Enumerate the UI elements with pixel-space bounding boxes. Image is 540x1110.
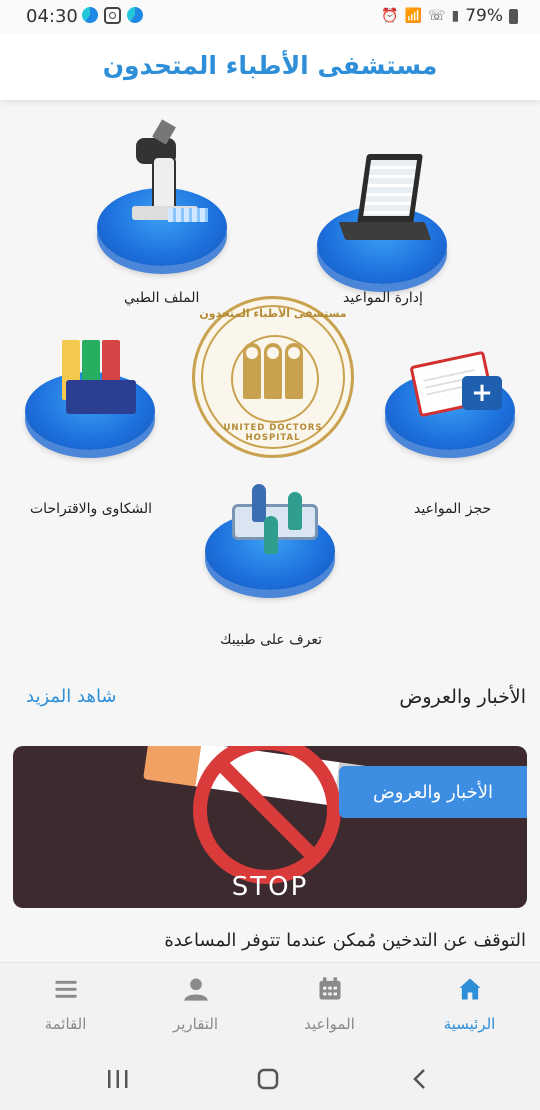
nav-label-appointments: المواعيد xyxy=(304,1015,355,1033)
hospital-logo: مستشفى الأطباء المتحدون UNITED DOCTORS H… xyxy=(192,296,354,458)
recent-apps-icon[interactable] xyxy=(98,1066,138,1092)
signal-icon: ▮ xyxy=(451,8,460,24)
service-know-your-doctor[interactable] xyxy=(200,440,340,590)
service-complaints-suggestions[interactable] xyxy=(20,300,160,450)
alarm-icon: ⏰ xyxy=(381,8,399,24)
service-label-book-appointment: حجز المواعيد xyxy=(414,501,492,517)
see-more-link[interactable]: شاهد المزيد xyxy=(26,686,117,707)
logo-text-en: UNITED DOCTORS HOSPITAL xyxy=(223,423,323,443)
page-title: مستشفى الأطباء المتحدون xyxy=(102,51,438,80)
menu-icon xyxy=(55,980,76,998)
service-book-appointment[interactable] xyxy=(380,300,520,450)
back-icon[interactable] xyxy=(400,1066,440,1092)
nav-tab-home[interactable]: الرئيسية xyxy=(402,971,537,1041)
nav-label-home: الرئيسية xyxy=(443,1015,496,1033)
wifi-icon: 📶 xyxy=(404,8,422,24)
user-icon xyxy=(183,978,208,1001)
app-notification-icon xyxy=(127,7,143,23)
service-medical-file[interactable] xyxy=(92,116,232,266)
battery-percent: 79% xyxy=(465,6,503,26)
system-navigation-bar xyxy=(0,1048,540,1110)
news-headline[interactable]: التوقف عن التدخين مُمكن عندما تتوفر المس… xyxy=(164,930,526,951)
app-header: مستشفى الأطباء المتحدون xyxy=(0,34,540,100)
nav-label-reports: التقارير xyxy=(172,1015,219,1033)
app-notification-icon xyxy=(82,7,98,23)
battery-icon xyxy=(509,8,518,24)
home-icon xyxy=(459,978,480,1000)
nav-label-menu: القائمة xyxy=(44,1015,87,1033)
logo-text-ar: مستشفى الأطباء المتحدون xyxy=(199,307,347,320)
service-appointments-management[interactable] xyxy=(312,134,452,284)
instagram-icon xyxy=(104,7,121,24)
status-time: 04:30 xyxy=(26,6,78,27)
bottom-navigation: الرئيسية المواعيد التقارير القائمة xyxy=(0,962,540,1049)
image-text-stop: STOP xyxy=(231,872,309,902)
nav-tab-menu[interactable]: القائمة xyxy=(0,971,133,1041)
news-section-header: الأخبار والعروض شاهد المزيد xyxy=(0,682,540,716)
home-button-icon[interactable] xyxy=(248,1066,288,1092)
calendar-icon xyxy=(319,977,340,1000)
system-status: ⏰ 📶 ☏ ▮ 79% xyxy=(381,6,518,26)
service-label-know-your-doctor: تعرف على طبيبك xyxy=(220,632,323,648)
news-card-badge: الأخبار والعروض xyxy=(339,766,527,818)
status-bar: 04:30 ⏰ 📶 ☏ ▮ 79% xyxy=(0,0,540,34)
news-section-title: الأخبار والعروض xyxy=(399,686,526,708)
service-label-complaints-suggestions: الشكاوى والاقتراحات xyxy=(30,501,153,517)
news-card[interactable]: STOP الأخبار والعروض xyxy=(13,746,527,908)
notification-icons xyxy=(82,7,143,24)
doctors-emblem-icon xyxy=(241,343,305,403)
wifi-call-icon: ☏ xyxy=(427,8,446,24)
nav-tab-appointments[interactable]: المواعيد xyxy=(262,971,397,1041)
nav-tab-reports[interactable]: التقارير xyxy=(128,971,263,1041)
